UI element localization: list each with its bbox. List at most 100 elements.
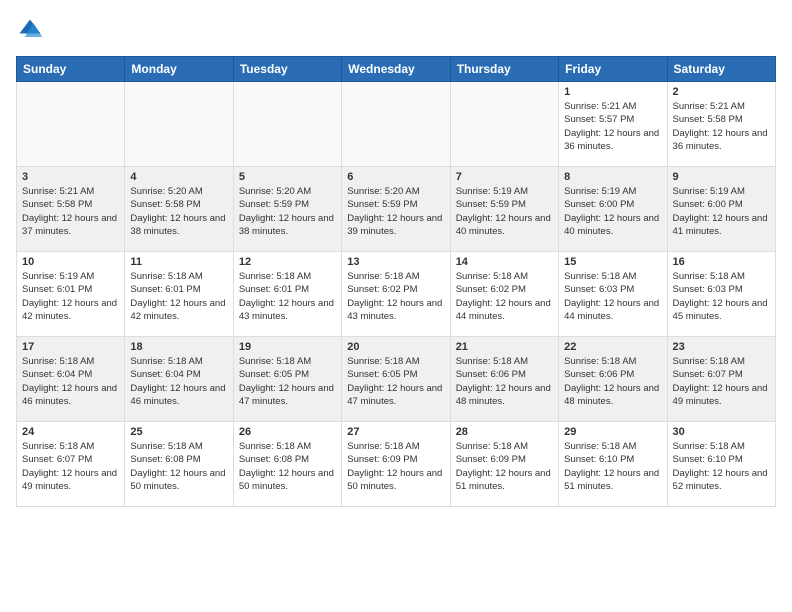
calendar-cell: 9 Sunrise: 5:19 AM Sunset: 6:00 PM Daylig… [667, 167, 775, 252]
day-number: 21 [456, 341, 553, 353]
day-number: 1 [564, 86, 661, 98]
day-info: Sunrise: 5:18 AM Sunset: 6:05 PM Dayligh… [239, 355, 336, 408]
calendar-cell: 21 Sunrise: 5:18 AM Sunset: 6:06 PM Dayli… [450, 337, 558, 422]
day-number: 3 [22, 171, 119, 183]
calendar-week-row: 10Sunrise: 5:19 AM Sunset: 6:01 PM Dayli… [17, 252, 776, 337]
calendar-cell: 26 Sunrise: 5:18 AM Sunset: 6:08 PM Dayli… [233, 422, 341, 507]
calendar-week-row: 24 Sunrise: 5:18 AM Sunset: 6:07 PM Dayli… [17, 422, 776, 507]
calendar-cell: 3 Sunrise: 5:21 AM Sunset: 5:58 PM Daylig… [17, 167, 125, 252]
day-info: Sunrise: 5:19 AM Sunset: 5:59 PM Dayligh… [456, 185, 553, 238]
day-info: Sunrise: 5:20 AM Sunset: 5:59 PM Dayligh… [347, 185, 444, 238]
calendar-cell: 1Sunrise: 5:21 AM Sunset: 5:57 PM Daylig… [559, 82, 667, 167]
day-info: Sunrise: 5:19 AM Sunset: 6:00 PM Dayligh… [673, 185, 770, 238]
day-number: 23 [673, 341, 770, 353]
calendar-cell [17, 82, 125, 167]
weekday-header: Thursday [450, 57, 558, 82]
day-info: Sunrise: 5:18 AM Sunset: 6:06 PM Dayligh… [456, 355, 553, 408]
calendar-week-row: 17 Sunrise: 5:18 AM Sunset: 6:04 PM Dayli… [17, 337, 776, 422]
day-info: Sunrise: 5:18 AM Sunset: 6:04 PM Dayligh… [22, 355, 119, 408]
calendar-cell: 20Sunrise: 5:18 AM Sunset: 6:05 PM Dayli… [342, 337, 450, 422]
calendar-cell: 28 Sunrise: 5:18 AM Sunset: 6:09 PM Dayli… [450, 422, 558, 507]
day-info: Sunrise: 5:18 AM Sunset: 6:01 PM Dayligh… [239, 270, 336, 323]
day-number: 4 [130, 171, 227, 183]
day-info: Sunrise: 5:18 AM Sunset: 6:08 PM Dayligh… [239, 440, 336, 493]
calendar-cell: 7 Sunrise: 5:19 AM Sunset: 5:59 PM Daylig… [450, 167, 558, 252]
day-number: 7 [456, 171, 553, 183]
logo [16, 16, 48, 44]
day-number: 13 [347, 256, 444, 268]
day-number: 25 [130, 426, 227, 438]
weekday-header: Sunday [17, 57, 125, 82]
day-number: 17 [22, 341, 119, 353]
day-number: 8 [564, 171, 661, 183]
day-number: 6 [347, 171, 444, 183]
day-number: 16 [673, 256, 770, 268]
calendar-cell: 16 Sunrise: 5:18 AM Sunset: 6:03 PM Dayli… [667, 252, 775, 337]
calendar-cell: 12 Sunrise: 5:18 AM Sunset: 6:01 PM Dayli… [233, 252, 341, 337]
weekday-header: Tuesday [233, 57, 341, 82]
calendar-cell: 15Sunrise: 5:18 AM Sunset: 6:03 PM Dayli… [559, 252, 667, 337]
day-info: Sunrise: 5:18 AM Sunset: 6:07 PM Dayligh… [22, 440, 119, 493]
calendar-week-row: 3 Sunrise: 5:21 AM Sunset: 5:58 PM Daylig… [17, 167, 776, 252]
calendar-cell: 19Sunrise: 5:18 AM Sunset: 6:05 PM Dayli… [233, 337, 341, 422]
calendar-cell: 6 Sunrise: 5:20 AM Sunset: 5:59 PM Daylig… [342, 167, 450, 252]
calendar-cell [233, 82, 341, 167]
day-info: Sunrise: 5:21 AM Sunset: 5:58 PM Dayligh… [673, 100, 770, 153]
day-number: 11 [130, 256, 227, 268]
day-number: 22 [564, 341, 661, 353]
weekday-header: Saturday [667, 57, 775, 82]
calendar-cell: 24 Sunrise: 5:18 AM Sunset: 6:07 PM Dayli… [17, 422, 125, 507]
weekday-header: Wednesday [342, 57, 450, 82]
day-number: 12 [239, 256, 336, 268]
calendar-cell: 2 Sunrise: 5:21 AM Sunset: 5:58 PM Daylig… [667, 82, 775, 167]
calendar-cell: 23 Sunrise: 5:18 AM Sunset: 6:07 PM Dayli… [667, 337, 775, 422]
weekday-header: Monday [125, 57, 233, 82]
calendar-cell: 22 Sunrise: 5:18 AM Sunset: 6:06 PM Dayli… [559, 337, 667, 422]
day-info: Sunrise: 5:18 AM Sunset: 6:03 PM Dayligh… [673, 270, 770, 323]
day-info: Sunrise: 5:18 AM Sunset: 6:08 PM Dayligh… [130, 440, 227, 493]
calendar-week-row: 1Sunrise: 5:21 AM Sunset: 5:57 PM Daylig… [17, 82, 776, 167]
day-number: 10 [22, 256, 119, 268]
day-info: Sunrise: 5:20 AM Sunset: 5:59 PM Dayligh… [239, 185, 336, 238]
day-info: Sunrise: 5:18 AM Sunset: 6:06 PM Dayligh… [564, 355, 661, 408]
calendar-cell: 13 Sunrise: 5:18 AM Sunset: 6:02 PM Dayli… [342, 252, 450, 337]
calendar-cell: 11Sunrise: 5:18 AM Sunset: 6:01 PM Dayli… [125, 252, 233, 337]
day-number: 14 [456, 256, 553, 268]
calendar-cell: 4Sunrise: 5:20 AM Sunset: 5:58 PM Daylig… [125, 167, 233, 252]
day-number: 18 [130, 341, 227, 353]
calendar-table: SundayMondayTuesdayWednesdayThursdayFrid… [16, 56, 776, 507]
day-number: 5 [239, 171, 336, 183]
day-info: Sunrise: 5:18 AM Sunset: 6:05 PM Dayligh… [347, 355, 444, 408]
day-info: Sunrise: 5:19 AM Sunset: 6:00 PM Dayligh… [564, 185, 661, 238]
calendar-cell: 17 Sunrise: 5:18 AM Sunset: 6:04 PM Dayli… [17, 337, 125, 422]
day-number: 2 [673, 86, 770, 98]
day-info: Sunrise: 5:18 AM Sunset: 6:02 PM Dayligh… [347, 270, 444, 323]
day-info: Sunrise: 5:18 AM Sunset: 6:09 PM Dayligh… [456, 440, 553, 493]
day-number: 29 [564, 426, 661, 438]
day-info: Sunrise: 5:21 AM Sunset: 5:58 PM Dayligh… [22, 185, 119, 238]
day-info: Sunrise: 5:18 AM Sunset: 6:10 PM Dayligh… [564, 440, 661, 493]
weekday-header: Friday [559, 57, 667, 82]
day-number: 24 [22, 426, 119, 438]
day-number: 9 [673, 171, 770, 183]
day-info: Sunrise: 5:18 AM Sunset: 6:10 PM Dayligh… [673, 440, 770, 493]
day-info: Sunrise: 5:18 AM Sunset: 6:04 PM Dayligh… [130, 355, 227, 408]
day-info: Sunrise: 5:18 AM Sunset: 6:09 PM Dayligh… [347, 440, 444, 493]
calendar-cell: 27 Sunrise: 5:18 AM Sunset: 6:09 PM Dayli… [342, 422, 450, 507]
calendar-header-row: SundayMondayTuesdayWednesdayThursdayFrid… [17, 57, 776, 82]
calendar-cell: 10Sunrise: 5:19 AM Sunset: 6:01 PM Dayli… [17, 252, 125, 337]
calendar-cell: 30 Sunrise: 5:18 AM Sunset: 6:10 PM Dayli… [667, 422, 775, 507]
page-header [16, 16, 776, 44]
calendar-cell [125, 82, 233, 167]
calendar-cell [450, 82, 558, 167]
day-number: 28 [456, 426, 553, 438]
day-number: 30 [673, 426, 770, 438]
day-number: 26 [239, 426, 336, 438]
day-info: Sunrise: 5:18 AM Sunset: 6:07 PM Dayligh… [673, 355, 770, 408]
calendar-cell [342, 82, 450, 167]
calendar-cell: 29 Sunrise: 5:18 AM Sunset: 6:10 PM Dayli… [559, 422, 667, 507]
calendar-cell: 25 Sunrise: 5:18 AM Sunset: 6:08 PM Dayli… [125, 422, 233, 507]
day-number: 27 [347, 426, 444, 438]
logo-icon [16, 16, 44, 44]
day-number: 15 [564, 256, 661, 268]
